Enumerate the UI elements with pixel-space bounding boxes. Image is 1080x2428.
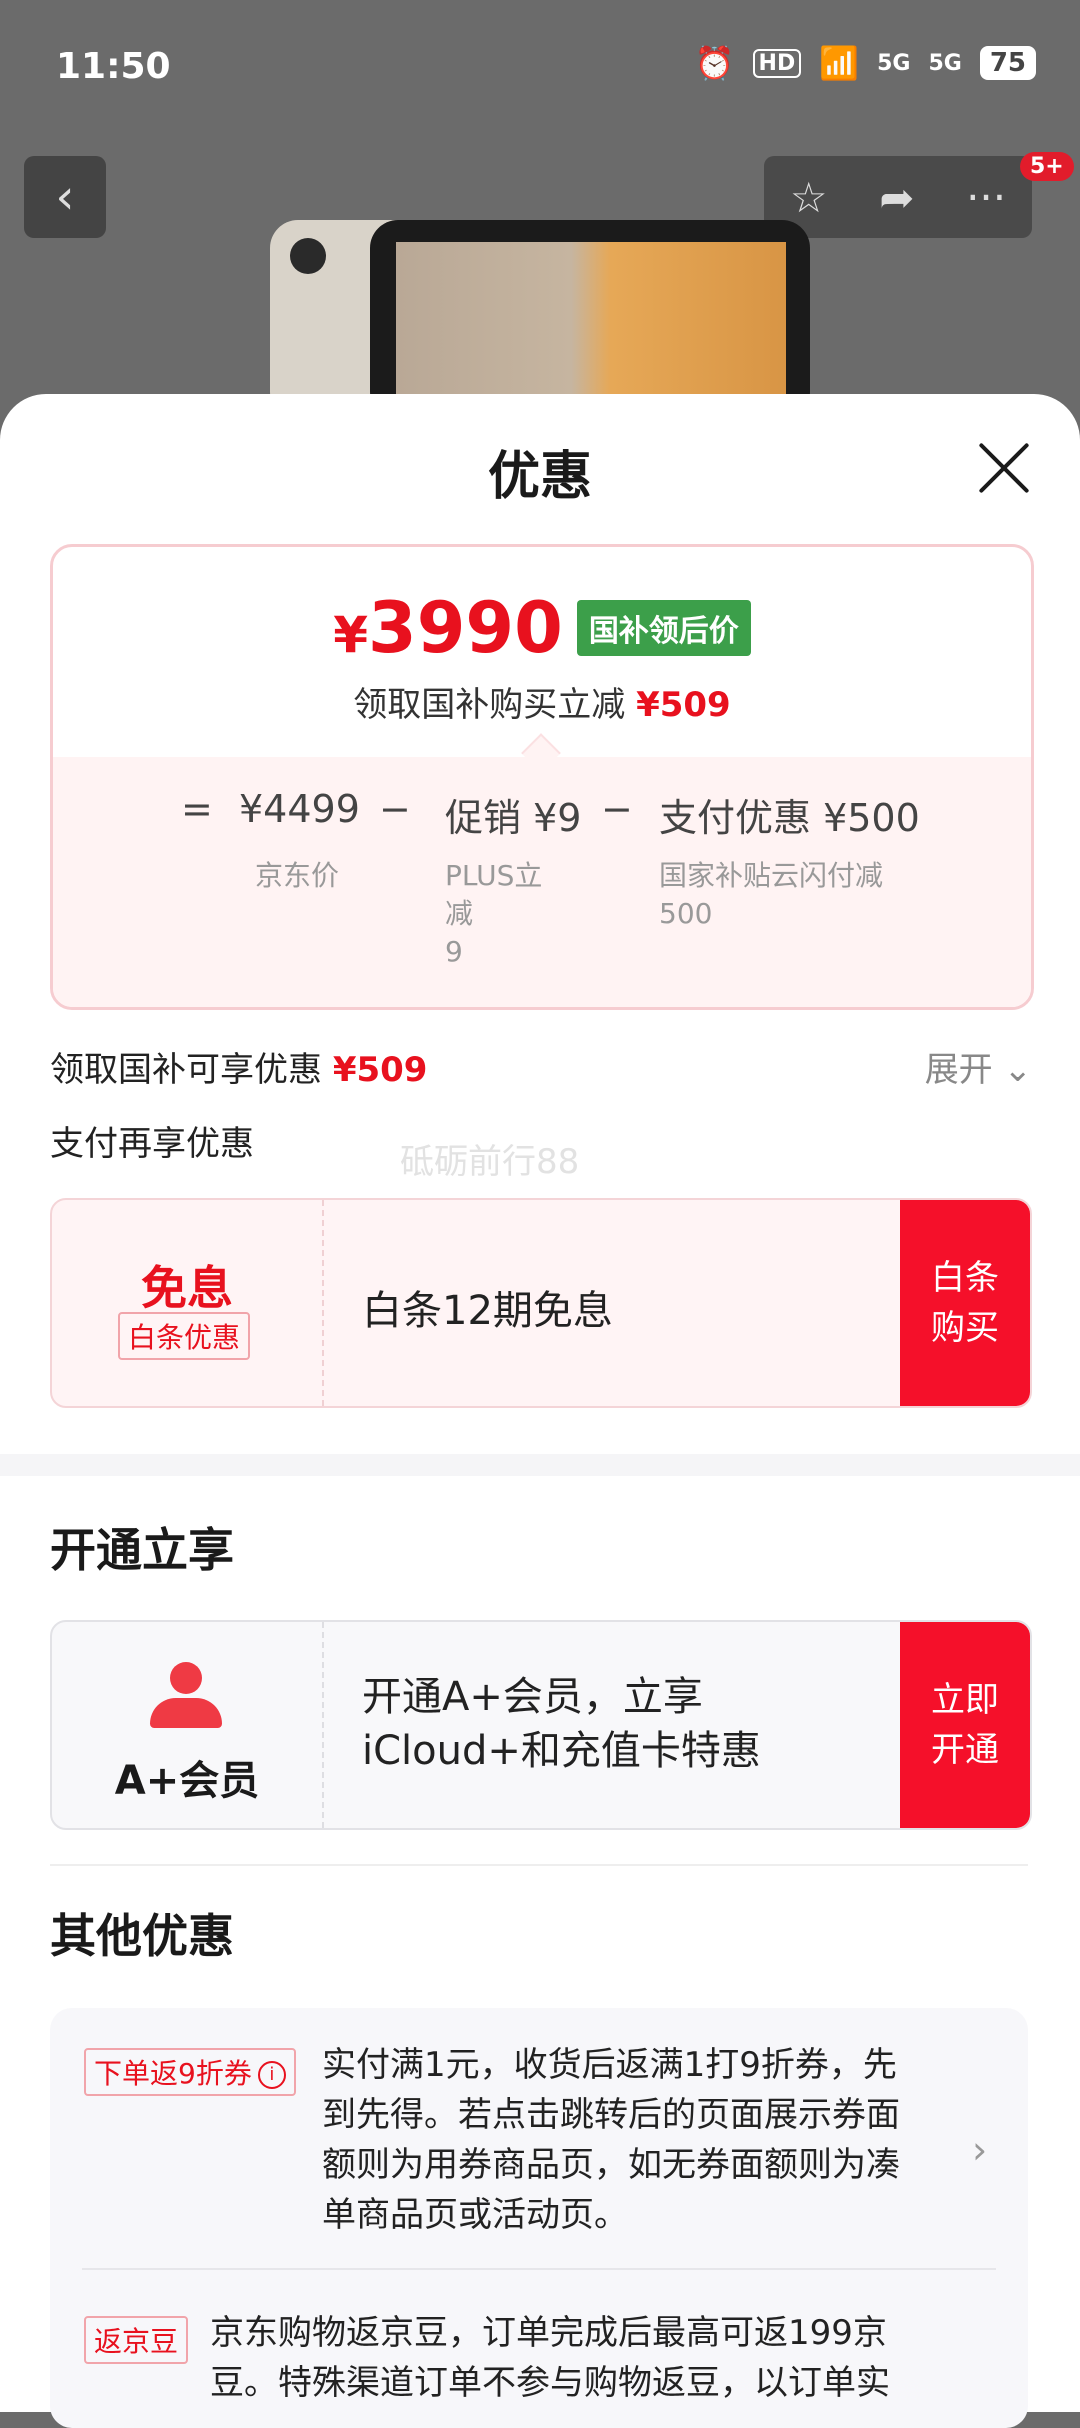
wifi-icon: 📶 (819, 44, 860, 82)
expand-button[interactable]: 展开 ⌄ (925, 1042, 1032, 1091)
status-icons: ⏰ HD 📶 5G 5G 75 (695, 44, 1036, 82)
membership-desc: 开通A+会员，立享 iCloud+和充值卡特惠 (362, 1674, 761, 1774)
pay-again-label: 支付再享优惠 (50, 1124, 254, 1164)
item-divider (82, 2268, 996, 2270)
chevron-right-icon[interactable]: › (972, 2128, 987, 2172)
price-card: ¥3990 国补领后价 领取国补购买立减 ¥509 = ¥4499 − 促销 ¥… (50, 544, 1034, 1010)
price-summary: ¥3990 国补领后价 领取国补购买立减 ¥509 (53, 547, 1031, 757)
product-image (260, 220, 820, 422)
promo-amount: 促销 ¥9 (445, 796, 582, 840)
interest-free-title: 免息 (141, 1261, 233, 1315)
promo-label: PLUS立 减 9 (445, 859, 543, 968)
back-button[interactable]: ‹ (24, 156, 106, 238)
signal-5g-icon: 5G (877, 50, 911, 76)
jd-price: ¥4499 (239, 787, 360, 831)
sheet-title: 优惠 (487, 447, 592, 507)
camera-icon (290, 238, 326, 274)
chevron-left-icon: ‹ (55, 169, 75, 225)
membership-label: A+会员 (114, 1758, 260, 1804)
other-discounts-card: 下单返9折券 i 实付满1元，收货后返满1打9折券，先 到先得。若点击跳转后的页面… (50, 2008, 1028, 2428)
discount-sheet: 优惠 ¥3990 国补领后价 领取国补购买立减 ¥509 = ¥4499 − 促… (0, 394, 1080, 2428)
membership-section-title: 开通立享 (50, 1523, 234, 1577)
coupon-tag: 下单返9折券 i (84, 2048, 296, 2096)
price-breakdown: = ¥4499 − 促销 ¥9 − 支付优惠 ¥500 京东价 PLUS立 减 … (53, 757, 1031, 1007)
info-icon[interactable]: i (257, 2061, 286, 2089)
alarm-icon: ⏰ (694, 44, 735, 82)
notification-badge: 5+ (1020, 152, 1074, 181)
other-section-title: 其他优惠 (50, 1909, 234, 1963)
battery-indicator: 75 (979, 46, 1036, 80)
membership-card[interactable]: A+会员 开通A+会员，立享 iCloud+和充值卡特惠 立即 开通 (50, 1620, 1032, 1830)
status-time: 11:50 (56, 46, 171, 87)
star-icon[interactable]: ☆ (790, 173, 828, 222)
minus-sign-2: − (601, 787, 633, 831)
baitiao-card[interactable]: 免息 白条优惠 白条12期免息 白条 购买 (50, 1198, 1032, 1408)
watermark: 砥砺前行88 (400, 1142, 580, 1182)
baitiao-desc: 白条12期免息 (362, 1288, 613, 1334)
pay-discount-amount: 支付优惠 ¥500 (659, 796, 920, 840)
share-icon[interactable]: ➦ (879, 173, 914, 222)
baitiao-buy-button[interactable]: 白条 购买 (900, 1200, 1030, 1406)
member-person-icon (150, 1662, 222, 1728)
more-icon[interactable]: ··· (966, 173, 1006, 222)
equals-sign: = (181, 787, 213, 831)
jingdou-tag: 返京豆 (84, 2316, 189, 2364)
baitiao-tag: 白条优惠 (118, 1312, 251, 1360)
chevron-down-icon: ⌄ (1003, 1050, 1033, 1090)
hd-icon: HD (752, 48, 802, 78)
membership-open-button[interactable]: 立即 开通 (900, 1622, 1030, 1828)
subsidy-price-tag: 国补领后价 (576, 600, 751, 656)
section-divider (0, 1454, 1080, 1476)
subsidy-row: 领取国补可享优惠 ¥509 (50, 1050, 428, 1090)
jingdou-text: 京东购物返京豆，订单完成后最高可返199京 豆。特殊渠道订单不参与购物返豆，以订… (210, 2313, 890, 2403)
minus-sign: − (379, 787, 411, 831)
signal-5g-icon-2: 5G (928, 50, 962, 76)
status-bar: 11:50 ⏰ HD 📶 5G 5G 75 (0, 0, 1080, 140)
final-price: ¥3990 (333, 587, 563, 669)
price-subtext: 领取国补购买立减 ¥509 (353, 685, 731, 725)
close-button[interactable] (974, 438, 1034, 498)
divider (50, 1864, 1028, 1866)
pay-discount-label: 国家补贴云闪付减 500 (659, 859, 884, 930)
jd-price-label: 京东价 (255, 859, 340, 892)
coupon-text: 实付满1元，收货后返满1打9折券，先 到先得。若点击跳转后的页面展示券面 额则为… (322, 2045, 900, 2235)
